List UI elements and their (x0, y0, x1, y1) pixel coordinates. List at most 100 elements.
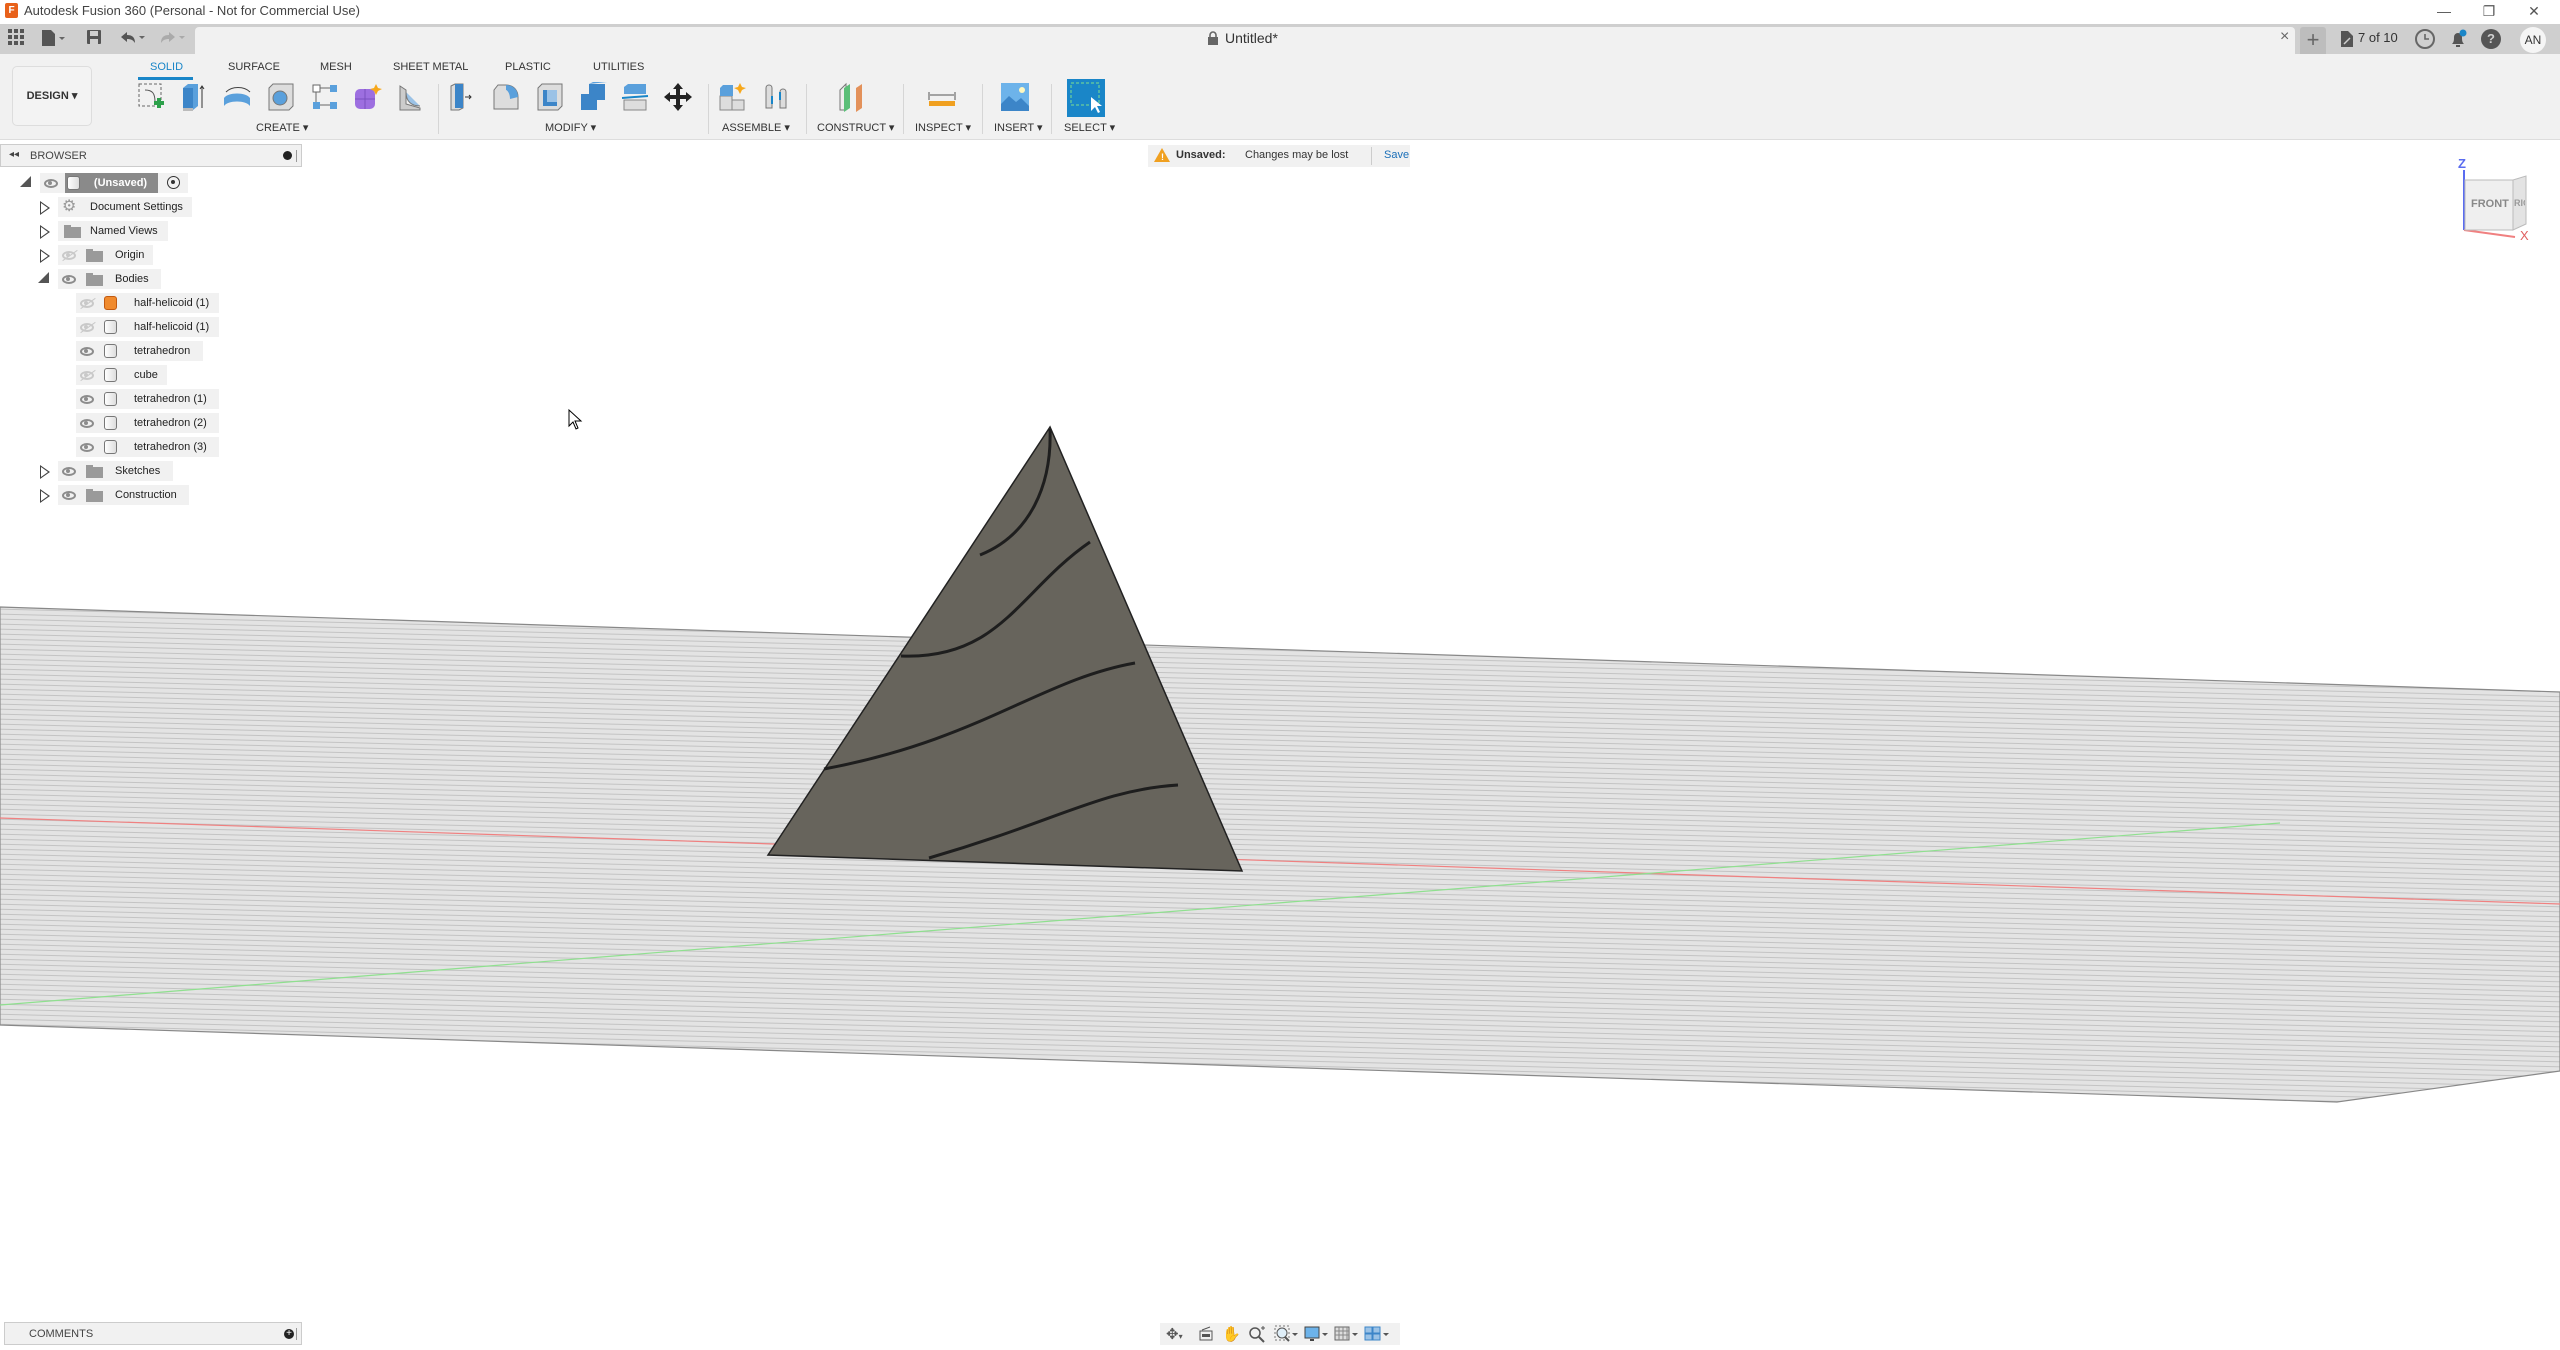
measure-icon[interactable] (927, 82, 957, 112)
new-tab-button[interactable]: + (2300, 27, 2326, 54)
browser-minimize-icon[interactable] (283, 151, 292, 160)
tab-solid[interactable]: SOLID (150, 61, 183, 73)
body-item-cube[interactable]: cube (76, 365, 167, 385)
fit-zoom-window-icon[interactable] (1274, 1325, 1300, 1347)
expand-origin-icon[interactable] (40, 249, 50, 263)
viewports-icon[interactable] (1364, 1325, 1390, 1347)
collapse-bodies-icon[interactable] (38, 272, 49, 283)
tab-mesh[interactable]: MESH (320, 61, 352, 73)
visibility-eye-icon[interactable] (80, 419, 94, 428)
visibility-eye-icon[interactable] (62, 275, 76, 284)
construct-menu[interactable]: CONSTRUCT ▾ (817, 121, 894, 134)
save-link[interactable]: Save (1384, 149, 1409, 161)
combine-icon[interactable] (577, 82, 607, 112)
user-avatar[interactable]: AN (2520, 27, 2546, 53)
visibility-eye-icon[interactable] (80, 395, 94, 404)
visibility-eye-icon[interactable] (62, 491, 76, 500)
fillet-shell-icon[interactable] (394, 82, 424, 112)
look-at-icon[interactable] (1198, 1325, 1214, 1345)
visibility-eye-icon[interactable] (80, 347, 94, 356)
collapse-root-icon[interactable] (20, 176, 31, 187)
window-select-icon[interactable] (1067, 79, 1105, 117)
tab-utilities[interactable]: UTILITIES (593, 61, 644, 73)
visibility-eye-icon[interactable] (44, 179, 58, 188)
visibility-eye-hidden-icon[interactable] (80, 371, 94, 380)
restore-button[interactable]: ❐ (2470, 0, 2508, 22)
tree-root[interactable]: (Unsaved) (40, 173, 188, 193)
visibility-eye-icon[interactable] (80, 443, 94, 452)
create-sketch-icon[interactable] (137, 82, 167, 112)
pan-hand-icon[interactable]: ✋ (1222, 1325, 1241, 1343)
collapse-browser-icon[interactable]: ◂◂ (9, 149, 19, 160)
body-item-tetrahedron-3[interactable]: tetrahedron (3) (76, 437, 219, 457)
add-comment-icon[interactable]: + (284, 1329, 294, 1339)
assemble-menu[interactable]: ASSEMBLE ▾ (722, 121, 790, 134)
expand-named-views-icon[interactable] (40, 225, 50, 239)
undo-icon[interactable] (118, 29, 148, 49)
visibility-eye-hidden-icon[interactable] (80, 299, 94, 308)
workspace-switcher[interactable]: DESIGN ▾ (12, 66, 92, 126)
tree-item-origin[interactable]: Origin (58, 245, 153, 265)
help-icon[interactable]: ? (2481, 29, 2501, 49)
job-status-count[interactable]: 7 of 10 (2358, 30, 2398, 45)
body-item-tetrahedron-1[interactable]: tetrahedron (1) (76, 389, 219, 409)
rectangular-pattern-icon[interactable] (310, 82, 340, 112)
modify-menu[interactable]: MODIFY ▾ (545, 121, 596, 134)
3d-viewport[interactable] (0, 140, 2560, 1320)
orbit-icon[interactable]: ✥▾ (1166, 1325, 1183, 1343)
visibility-eye-hidden-icon[interactable] (80, 323, 94, 332)
inspect-menu[interactable]: INSPECT ▾ (915, 121, 971, 134)
toolbar-separator (1051, 84, 1052, 134)
body-item-half-helicoid[interactable]: half-helicoid (1) (76, 293, 219, 313)
expand-document-settings-icon[interactable] (40, 201, 50, 215)
tree-item-bodies[interactable]: Bodies (58, 269, 161, 289)
select-menu[interactable]: SELECT ▾ (1064, 121, 1115, 134)
body-item-tetrahedron-2[interactable]: tetrahedron (2) (76, 413, 219, 433)
browser-pin-handle[interactable] (296, 150, 298, 162)
body-item-tetrahedron[interactable]: tetrahedron (76, 341, 203, 361)
create-menu[interactable]: CREATE ▾ (256, 121, 308, 134)
revolve-icon[interactable] (222, 82, 252, 112)
extrude-icon[interactable] (180, 82, 210, 112)
close-tab-button[interactable]: × (2280, 28, 2289, 46)
data-panel-grid-icon[interactable] (8, 29, 24, 49)
tree-item-named-views[interactable]: Named Views (58, 221, 168, 241)
activate-component-icon[interactable] (167, 176, 180, 189)
shell-icon[interactable] (535, 82, 565, 112)
display-settings-icon[interactable] (1304, 1325, 1330, 1347)
close-window-button[interactable]: ✕ (2515, 0, 2553, 22)
split-body-icon[interactable] (620, 82, 650, 112)
press-pull-icon[interactable] (448, 82, 478, 112)
offset-plane-icon[interactable] (836, 82, 866, 112)
insert-menu[interactable]: INSERT ▾ (994, 121, 1043, 134)
visibility-eye-icon[interactable] (62, 467, 76, 476)
tab-surface[interactable]: SURFACE (228, 61, 280, 73)
viewcube[interactable]: Z X FRONT RIGHT (2455, 155, 2555, 245)
create-form-icon[interactable] (352, 82, 382, 112)
fillet-icon[interactable] (491, 82, 521, 112)
new-component-icon[interactable] (718, 82, 748, 112)
body-item-half-helicoid[interactable]: half-helicoid (1) (76, 317, 219, 337)
history-clock-icon[interactable] (2415, 29, 2435, 49)
comments-pin-handle[interactable] (296, 1328, 298, 1340)
job-status-icon[interactable] (2340, 30, 2354, 53)
tab-plastic[interactable]: PLASTIC (505, 61, 551, 73)
minimize-button[interactable]: — (2425, 0, 2463, 22)
tab-sheet-metal[interactable]: SHEET METAL (393, 61, 468, 73)
notifications-bell-icon[interactable] (2448, 29, 2468, 54)
save-icon[interactable] (86, 29, 102, 49)
hole-icon[interactable] (266, 82, 296, 112)
move-copy-icon[interactable] (663, 82, 693, 112)
expand-construction-icon[interactable] (40, 489, 50, 503)
tree-item-construction[interactable]: Construction (58, 485, 189, 505)
joint-icon[interactable] (762, 82, 792, 112)
redo-icon[interactable] (158, 29, 188, 49)
insert-image-icon[interactable] (1000, 82, 1030, 112)
tree-item-sketches[interactable]: Sketches (58, 461, 173, 481)
tree-item-document-settings[interactable]: ⚙ Document Settings (58, 197, 192, 217)
zoom-icon[interactable] (1248, 1325, 1266, 1347)
file-menu-icon[interactable] (40, 29, 66, 49)
visibility-eye-hidden-icon[interactable] (62, 251, 76, 260)
grid-settings-icon[interactable] (1334, 1325, 1360, 1347)
expand-sketches-icon[interactable] (40, 465, 50, 479)
